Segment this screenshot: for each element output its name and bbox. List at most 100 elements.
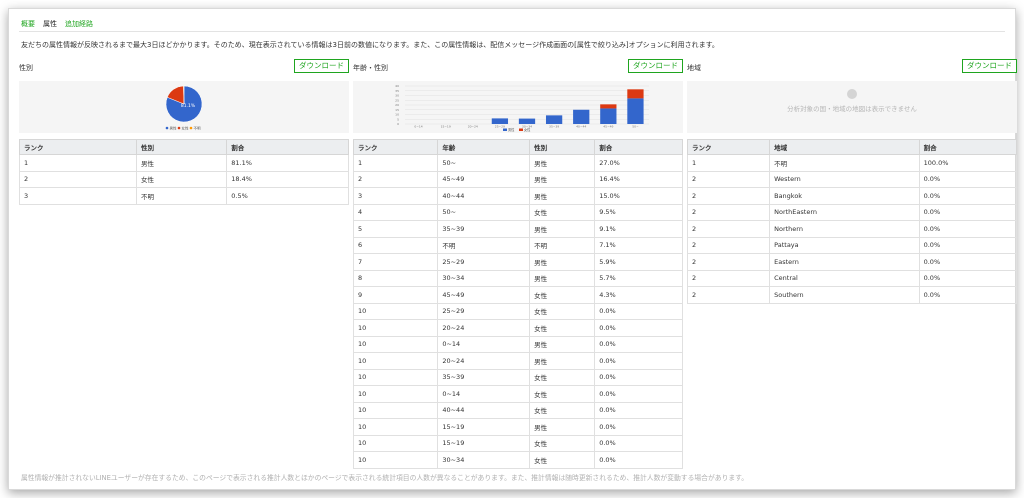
table-cell: 1 [686, 154, 771, 172]
gender-title: 性別 [19, 64, 33, 72]
age_gender-col-header[interactable]: 割合 [594, 139, 683, 155]
y-tick-label: 20 [395, 103, 399, 107]
table-cell: 10 [352, 335, 439, 353]
tab-1[interactable]: 属性 [41, 17, 59, 32]
age-gender-download-button[interactable]: ダウンロード [628, 59, 683, 73]
age_gender-col-header[interactable]: 年齢 [437, 139, 531, 155]
table-cell: 45~49 [437, 286, 531, 304]
table-cell: 16.4% [594, 170, 683, 188]
table-cell: 2 [686, 203, 771, 221]
table-cell: 10 [352, 434, 439, 452]
region-col-header[interactable]: ランク [686, 139, 771, 155]
table-cell: 男性 [529, 352, 596, 370]
table-row: 10 0~14 男性 0.0% [352, 335, 683, 353]
table-cell: 男性 [529, 154, 596, 172]
gender-col-header[interactable]: 割合 [226, 139, 349, 155]
table-cell: 0.0% [918, 187, 1018, 205]
table-cell: 15~19 [437, 418, 531, 436]
table-cell: 7 [352, 253, 439, 271]
table-cell: 40~44 [437, 187, 531, 205]
y-tick-label: 15 [395, 108, 399, 112]
table-row: 10 20~24 男性 0.0% [352, 352, 683, 370]
region-download-button[interactable]: ダウンロード [962, 59, 1017, 73]
table-cell: 2 [686, 170, 771, 188]
table-cell: 0.0% [594, 302, 683, 320]
y-tick-label: 40 [395, 84, 399, 88]
table-cell: 0.0% [594, 418, 683, 436]
gender-download-button[interactable]: ダウンロード [294, 59, 349, 73]
table-cell: 20~24 [437, 319, 531, 337]
age_gender-col-header[interactable]: ランク [352, 139, 439, 155]
table-cell: 女性 [529, 368, 596, 386]
table-cell: 0.0% [594, 368, 683, 386]
table-cell: 0.0% [594, 335, 683, 353]
table-cell: 0.0% [594, 319, 683, 337]
table-cell: 10 [352, 418, 439, 436]
table-row: 10 40~44 女性 0.0% [352, 401, 683, 419]
table-cell: 2 [686, 269, 771, 287]
table-cell: 男性 [529, 187, 596, 205]
table-cell: Eastern [769, 253, 920, 271]
bar-segment [600, 104, 617, 109]
table-row: 10 0~14 女性 0.0% [352, 385, 683, 403]
x-tick-label: 40~44 [576, 125, 586, 129]
table-cell: Pattaya [769, 236, 920, 254]
table-cell: 3 [19, 187, 137, 205]
age_gender-col-header[interactable]: 性別 [529, 139, 596, 155]
table-cell: 50~ [437, 203, 531, 221]
tab-2[interactable]: 追加経路 [63, 17, 95, 32]
table-cell: 男性 [529, 253, 596, 271]
bar-segment [491, 118, 509, 124]
table-cell: Northern [769, 220, 920, 238]
table-cell: 男性 [135, 154, 228, 172]
table-cell: 5 [352, 220, 439, 238]
age-gender-section: 年齢・性別 ダウンロード 0 5 10 15 20 25 30 35 40 0~14 15~19 20… [352, 59, 683, 469]
region-section: 地域 ダウンロード 分析対象の国・地域の地図は表示できません ランク 地域 割合 1… [686, 59, 1018, 304]
legend-marker [165, 126, 169, 130]
table-cell: 0.0% [918, 203, 1018, 221]
table-cell: NorthEastern [769, 203, 920, 221]
table-cell: 男性 [529, 335, 596, 353]
legend-marker [189, 126, 193, 130]
table-cell: 男性 [529, 170, 596, 188]
table-cell: 10 [352, 368, 439, 386]
table-cell: 40~44 [437, 401, 531, 419]
bar-segment [518, 118, 536, 124]
table-cell: 男性 [529, 418, 596, 436]
y-tick-label: 10 [395, 113, 399, 117]
region-map-placeholder: 分析対象の国・地域の地図は表示できません [687, 81, 1017, 133]
table-cell: 女性 [529, 302, 596, 320]
y-tick-label: 0 [397, 122, 399, 126]
table-cell: 2 [19, 170, 137, 188]
table-cell: 10 [352, 352, 439, 370]
gender-table: ランク 性別 割合 1 男性 81.1% 2 女性 18.4% 3 不明 0.5% [19, 139, 349, 205]
table-cell: 5.7% [594, 269, 683, 287]
table-row: 10 35~39 女性 0.0% [352, 368, 683, 386]
table-cell: 4.3% [594, 286, 683, 304]
table-row: 2 Pattaya 0.0% [686, 236, 1018, 254]
table-cell: 1 [352, 154, 439, 172]
table-cell: 0.0% [918, 253, 1018, 271]
region-col-header[interactable]: 割合 [918, 139, 1018, 155]
region-col-header[interactable]: 地域 [769, 139, 920, 155]
x-tick-label: 50~ [632, 125, 639, 129]
legend-marker [503, 128, 507, 131]
gender-pie-chart: 81.1% 男性 女性 不明 [19, 81, 349, 133]
table-cell: Southern [769, 286, 920, 304]
table-cell: 10 [352, 319, 439, 337]
table-cell: 30~34 [437, 451, 531, 469]
table-row: 3 40~44 男性 15.0% [352, 187, 683, 205]
tab-0[interactable]: 概要 [19, 17, 37, 32]
table-row: 2 Eastern 0.0% [686, 253, 1018, 271]
y-tick-label: 35 [395, 89, 399, 93]
x-tick-label: 15~19 [441, 125, 451, 129]
table-cell: 不明 [135, 187, 228, 205]
bar-segment [600, 108, 617, 124]
region-table: ランク 地域 割合 1 不明 100.0% 2 Western 0.0% 2 Bangkok 0.0… [686, 139, 1018, 304]
footer-note: 属性情報が推計されないLINEユーザーが存在するため、このページで表示される推計… [21, 474, 749, 482]
table-cell: 45~49 [437, 170, 531, 188]
table-row: 2 45~49 男性 16.4% [352, 170, 683, 188]
table-cell: 2 [686, 286, 771, 304]
gender-col-header[interactable]: 性別 [135, 139, 228, 155]
gender-col-header[interactable]: ランク [19, 139, 137, 155]
